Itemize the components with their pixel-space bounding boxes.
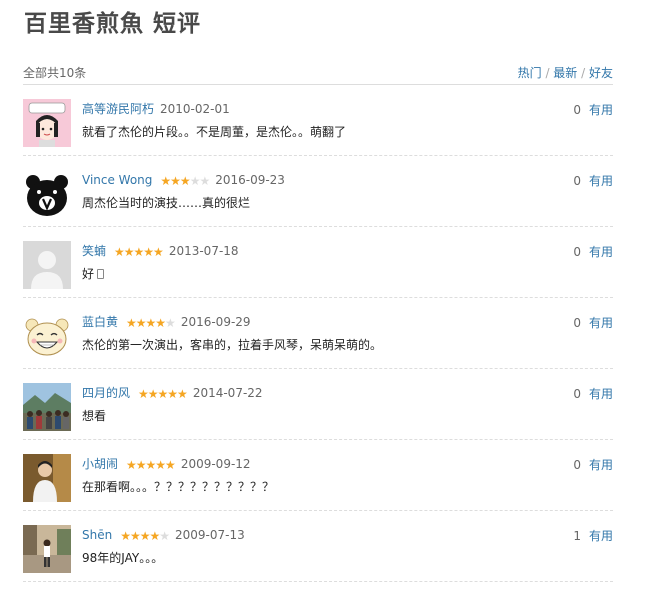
vote-count: 0 xyxy=(573,316,581,330)
useful-button[interactable]: 有用 xyxy=(589,458,613,472)
comment-meta: Shēn ★★★★★ 2009-07-13 xyxy=(82,527,245,544)
sort-friends-link[interactable]: 好友 xyxy=(589,66,613,80)
comment-date: 2010-02-01 xyxy=(160,102,230,116)
rating-stars: ★★★★★ xyxy=(138,387,188,401)
rating-stars: ★★★★★ xyxy=(126,316,176,330)
sort-latest-link[interactable]: 最新 xyxy=(553,66,577,80)
comment-user-link[interactable]: 小胡闹 xyxy=(82,457,118,471)
vote-area: 0 有用 xyxy=(573,243,613,260)
group-photo-avatar[interactable] xyxy=(23,383,71,431)
comment-meta: 高等游民阿朽 2010-02-01 xyxy=(82,101,230,117)
page: 百里香煎魚 短评 全部共10条 热门 / 最新 / 好友 高等游民阿朽 2010-… xyxy=(0,0,656,606)
comment-text: 杰伦的第一次演出，客串的，拉着手风琴，呆萌呆萌的。 xyxy=(82,338,383,352)
vote-area: 0 有用 xyxy=(573,314,613,331)
comment-user-link[interactable]: 笑蝻 xyxy=(82,244,106,258)
comment-text: 98年的JAY。。。 xyxy=(82,551,164,565)
bear-v-avatar[interactable] xyxy=(23,170,71,218)
comment-date: 2009-07-13 xyxy=(175,528,245,542)
comment-list: 高等游民阿朽 2010-02-01 就看了杰伦的片段。。不是周董，是杰伦。。萌翻了… xyxy=(23,85,613,582)
comment-date: 2016-09-23 xyxy=(215,173,285,187)
comment-meta: 四月的风 ★★★★★ 2014-07-22 xyxy=(82,385,263,402)
vote-count: 0 xyxy=(573,174,581,188)
useful-button[interactable]: 有用 xyxy=(589,245,613,259)
rating-stars: ★★★★★ xyxy=(126,458,176,472)
useful-button[interactable]: 有用 xyxy=(589,316,613,330)
vote-area: 0 有用 xyxy=(573,385,613,402)
comment-text: 就看了杰伦的片段。。不是周董，是杰伦。。萌翻了 xyxy=(82,125,347,139)
street-photo-avatar[interactable] xyxy=(23,525,71,573)
vote-area: 0 有用 xyxy=(573,101,613,118)
comment-meta: 小胡闹 ★★★★★ 2009-09-12 xyxy=(82,456,251,473)
rating-stars: ★★★★★ xyxy=(160,174,210,188)
vote-area: 0 有用 xyxy=(573,456,613,473)
comment-item: 蓝白黄 ★★★★★ 2016-09-29 杰伦的第一次演出，客串的，拉着手风琴，呆萌… xyxy=(23,298,613,369)
default-avatar[interactable] xyxy=(23,241,71,289)
vote-area: 1 有用 xyxy=(573,527,613,544)
comment-item: 四月的风 ★★★★★ 2014-07-22 想看 0 有用 xyxy=(23,369,613,440)
mobile-phone-icon xyxy=(97,269,105,279)
comment-date: 2013-07-18 xyxy=(168,244,239,258)
comment-date: 2016-09-29 xyxy=(180,315,251,329)
sort-separator: / xyxy=(541,66,554,80)
comment-item: 笑蝻 ★★★★★ 2013-07-18 好 0 有用 xyxy=(23,227,613,298)
vote-count: 0 xyxy=(573,103,581,117)
comment-item: Shēn ★★★★★ 2009-07-13 98年的JAY。。。 1 有用 xyxy=(23,511,613,582)
comment-user-link[interactable]: Vince Wong xyxy=(82,173,152,187)
comment-item: 小胡闹 ★★★★★ 2009-09-12 在那看啊。。。？？？？？？？？？？ 0 有用 xyxy=(23,440,613,511)
comment-text: 在那看啊。。。？？？？？？？？？？ xyxy=(82,480,275,494)
comments-header: 全部共10条 热门 / 最新 / 好友 xyxy=(23,62,613,85)
comment-meta: 笑蝻 ★★★★★ 2013-07-18 xyxy=(82,243,239,260)
vote-count: 1 xyxy=(573,529,581,543)
comment-user-link[interactable]: 四月的风 xyxy=(82,386,130,400)
comment-date: 2009-09-12 xyxy=(180,457,251,471)
sort-separator: / xyxy=(577,66,589,80)
useful-button[interactable]: 有用 xyxy=(589,529,613,543)
comment-text: 周杰伦当时的演技……真的很烂 xyxy=(82,196,251,210)
useful-button[interactable]: 有用 xyxy=(589,103,613,117)
vote-count: 0 xyxy=(573,458,581,472)
cartoon-girl-avatar[interactable] xyxy=(23,99,71,147)
comment-text-value: 好 xyxy=(82,267,95,281)
comment-meta: Vince Wong ★★★★★ 2016-09-23 xyxy=(82,172,285,189)
comment-user-link[interactable]: 高等游民阿朽 xyxy=(82,102,154,116)
person-photo-avatar[interactable] xyxy=(23,454,71,502)
vote-count: 0 xyxy=(573,245,581,259)
useful-button[interactable]: 有用 xyxy=(589,174,613,188)
comment-date: 2014-07-22 xyxy=(192,386,263,400)
comment-meta: 蓝白黄 ★★★★★ 2016-09-29 xyxy=(82,314,251,331)
vote-area: 0 有用 xyxy=(573,172,613,189)
cartoon-face-avatar[interactable] xyxy=(23,312,71,360)
comment-item: 高等游民阿朽 2010-02-01 就看了杰伦的片段。。不是周董，是杰伦。。萌翻了… xyxy=(23,85,613,156)
rating-stars: ★★★★★ xyxy=(120,529,170,543)
comment-text: 想看 xyxy=(82,409,107,423)
useful-button[interactable]: 有用 xyxy=(589,387,613,401)
comment-item: Vince Wong ★★★★★ 2016-09-23 周杰伦当时的演技……真的很烂… xyxy=(23,156,613,227)
comment-user-link[interactable]: Shēn xyxy=(82,528,112,542)
comment-text: 好 xyxy=(82,265,105,282)
comment-count: 全部共10条 xyxy=(23,66,87,80)
comment-user-link[interactable]: 蓝白黄 xyxy=(82,315,118,329)
rating-stars: ★★★★★ xyxy=(114,245,164,259)
sort-options: 热门 / 最新 / 好友 xyxy=(518,64,613,81)
vote-count: 0 xyxy=(573,387,581,401)
page-title: 百里香煎魚 短评 xyxy=(24,10,202,37)
sort-hot-link[interactable]: 热门 xyxy=(518,66,542,80)
